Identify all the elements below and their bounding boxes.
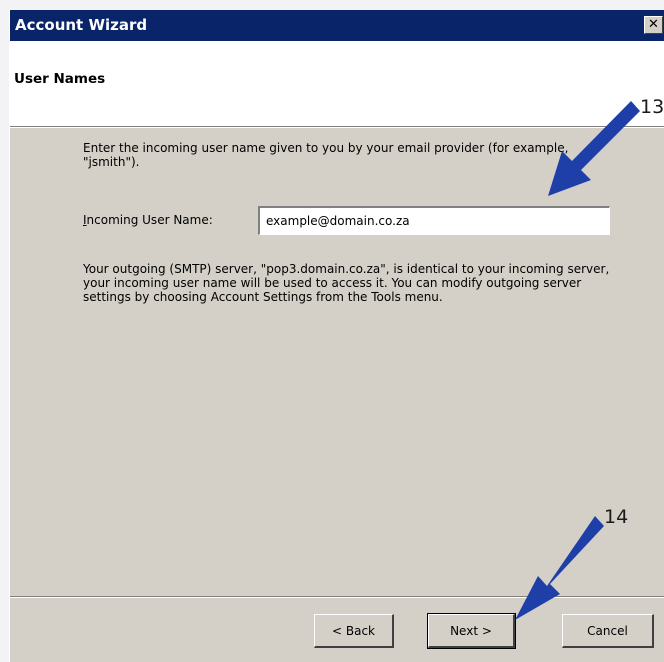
page-title: User Names: [14, 71, 106, 87]
outgoing-server-info: Your outgoing (SMTP) server, "pop3.domai…: [83, 262, 610, 304]
footer-divider: [10, 596, 664, 598]
callout-14-label: 14: [604, 506, 629, 528]
title-bar[interactable]: Account Wizard ✕: [10, 10, 664, 41]
back-button[interactable]: < Back: [314, 614, 394, 648]
callout-13-label: 13: [640, 96, 664, 118]
account-wizard-window: Account Wizard ✕ User Names Enter the in…: [9, 10, 664, 662]
close-button[interactable]: ✕: [644, 16, 663, 34]
close-icon: ✕: [648, 17, 659, 32]
window-title: Account Wizard: [15, 16, 148, 34]
header-divider: [10, 126, 664, 128]
incoming-user-name-label: Incoming User Name:: [83, 213, 213, 227]
incoming-user-name-input[interactable]: [258, 206, 610, 235]
wizard-header: User Names: [10, 41, 664, 126]
next-button[interactable]: Next >: [427, 613, 516, 649]
cancel-button[interactable]: Cancel: [562, 614, 654, 648]
intro-text: Enter the incoming user name given to yo…: [83, 141, 569, 169]
label-text: ncoming User Name:: [86, 213, 213, 227]
